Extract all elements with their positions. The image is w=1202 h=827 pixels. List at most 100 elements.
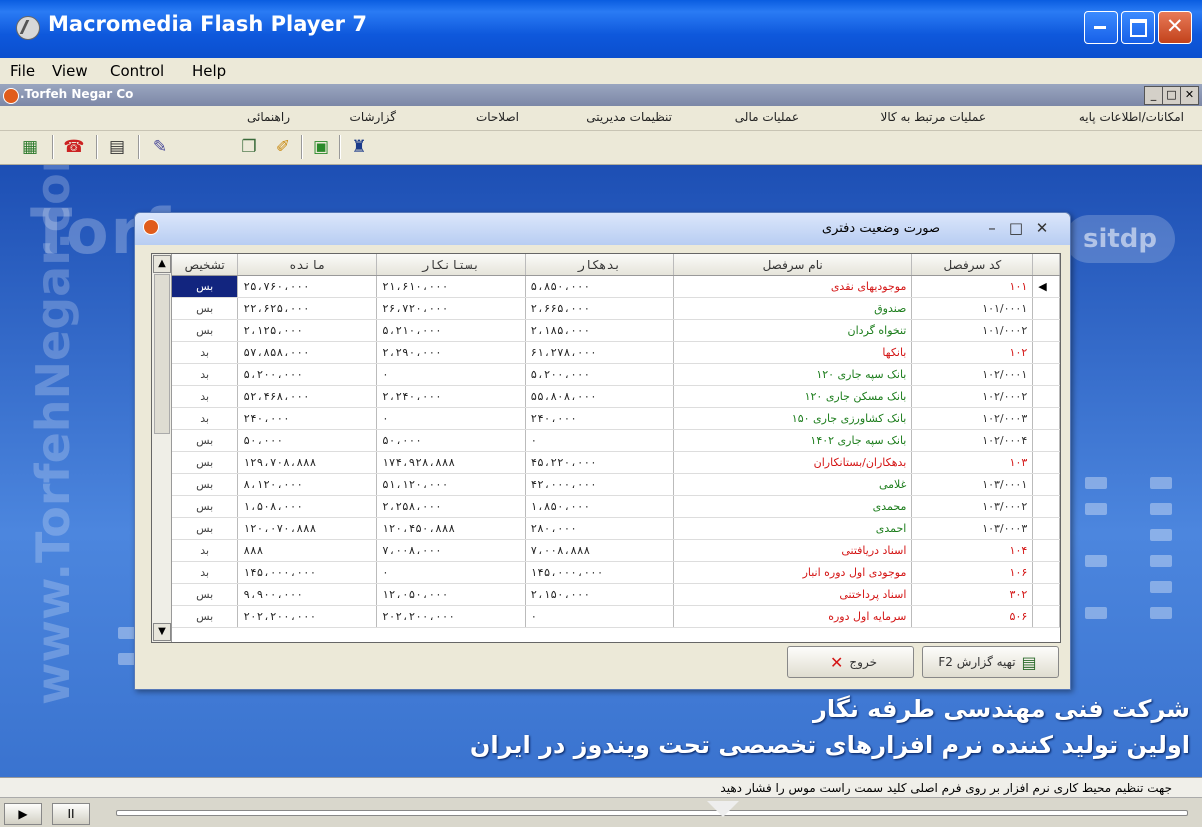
row-code-cell[interactable]: ۳۰۲ — [911, 583, 1034, 606]
row-balance-cell[interactable]: ۱،۵۰۸،۰۰۰ — [237, 495, 378, 518]
row-credit-cell[interactable]: ۲۱،۶۱۰،۰۰۰ — [376, 275, 526, 298]
pause-button[interactable]: II — [52, 803, 90, 825]
notepad-icon[interactable]: ▤ — [105, 135, 129, 159]
app-menu-management[interactable]: تنظیمات مدیریتی — [586, 110, 672, 124]
col-balance-header[interactable]: مانده — [237, 254, 378, 276]
row-debit-cell[interactable]: ۵،۲۰۰،۰۰۰ — [525, 363, 674, 386]
row-credit-cell[interactable]: ۱۲۰،۴۵۰،۸۸۸ — [376, 517, 526, 540]
row-name-cell[interactable]: اسناد دریافتنی — [673, 539, 913, 562]
row-balance-cell[interactable]: ۵،۲۰۰،۰۰۰ — [237, 363, 378, 386]
row-debit-cell[interactable]: ۲۸۰،۰۰۰ — [525, 517, 674, 540]
row-debit-cell[interactable]: ۲،۱۵۰،۰۰۰ — [525, 583, 674, 606]
row-name-cell[interactable]: بدهکاران/بستانکاران — [673, 451, 913, 474]
row-code-cell[interactable]: ۱۰۱/۰۰۰۲ — [911, 319, 1034, 342]
row-status-cell[interactable]: بد — [172, 341, 239, 364]
col-code-header[interactable]: کد سرفصل — [911, 254, 1034, 276]
play-button[interactable]: ▶ — [4, 803, 42, 825]
row-credit-cell[interactable]: ۲،۲۵۸،۰۰۰ — [376, 495, 526, 518]
table-row[interactable]: بد ۸۸۸ ۷،۰۰۸،۰۰۰ ۷،۰۰۸،۸۸۸ اسناد دریافتنی ۱۰۴ — [172, 539, 1060, 562]
row-status-cell[interactable]: بد — [172, 561, 239, 584]
app-minimize-button[interactable]: _ — [1144, 86, 1163, 105]
row-name-cell[interactable]: سرمایه اول دوره — [673, 605, 913, 628]
table-row[interactable]: بس ۲۰۲،۲۰۰،۰۰۰ ۲۰۲،۲۰۰،۰۰۰ ۰ سرمایه اول دوره… — [172, 605, 1060, 628]
row-debit-cell[interactable]: ۵۵،۸۰۸،۰۰۰ — [525, 385, 674, 408]
row-status-cell[interactable]: بد — [172, 407, 239, 430]
row-balance-cell[interactable]: ۲۴۰،۰۰۰ — [237, 407, 378, 430]
row-code-cell[interactable]: ۱۰۱/۰۰۰۱ — [911, 297, 1034, 320]
row-credit-cell[interactable]: ۷،۰۰۸،۰۰۰ — [376, 539, 526, 562]
row-debit-cell[interactable]: ۵،۸۵۰،۰۰۰ — [525, 275, 674, 298]
col-name-header[interactable]: نام سرفصل — [673, 254, 913, 276]
row-credit-cell[interactable]: ۵۱،۱۲۰،۰۰۰ — [376, 473, 526, 496]
row-balance-cell[interactable]: ۱۲۰،۰۷۰،۸۸۸ — [237, 517, 378, 540]
row-status-cell[interactable]: بس — [172, 451, 239, 474]
seek-track[interactable] — [116, 801, 1188, 817]
row-credit-cell[interactable]: ۰ — [376, 561, 526, 584]
minimize-button[interactable] — [1084, 11, 1118, 44]
forms-icon[interactable]: ❐ — [237, 135, 261, 159]
row-balance-cell[interactable]: ۲،۱۲۵،۰۰۰ — [237, 319, 378, 342]
row-balance-cell[interactable]: ۲۵،۷۶۰،۰۰۰ — [237, 275, 378, 298]
row-credit-cell[interactable]: ۲۰۲،۲۰۰،۰۰۰ — [376, 605, 526, 628]
row-credit-cell[interactable]: ۲،۲۴۰،۰۰۰ — [376, 385, 526, 408]
app-maximize-button[interactable]: □ — [1162, 86, 1181, 105]
table-row[interactable]: بس ۲۵،۷۶۰،۰۰۰ ۲۱،۶۱۰،۰۰۰ ۵،۸۵۰،۰۰۰ موجودیهای… — [172, 275, 1060, 298]
row-balance-cell[interactable]: ۹،۹۰۰،۰۰۰ — [237, 583, 378, 606]
row-credit-cell[interactable]: ۰ — [376, 407, 526, 430]
row-status-cell[interactable]: بس — [172, 495, 239, 518]
row-credit-cell[interactable]: ۰ — [376, 363, 526, 386]
document-icon[interactable]: ✎ — [148, 135, 172, 159]
row-status-cell[interactable]: بد — [172, 539, 239, 562]
row-code-cell[interactable]: ۱۰۱ — [911, 275, 1034, 298]
phone-icon[interactable]: ☎ — [62, 135, 86, 159]
table-row[interactable]: بس ۸،۱۲۰،۰۰۰ ۵۱،۱۲۰،۰۰۰ ۴۲،۰۰۰،۰۰۰ غلامی ۱۰۳/… — [172, 473, 1060, 496]
window-icon[interactable]: ▣ — [309, 135, 333, 159]
table-row[interactable]: بس ۱۲۰،۰۷۰،۸۸۸ ۱۲۰،۴۵۰،۸۸۸ ۲۸۰،۰۰۰ احمدی ۱۰۳/… — [172, 517, 1060, 540]
row-name-cell[interactable]: محمدی — [673, 495, 913, 518]
app-menu-financial[interactable]: عملیات مالی — [735, 110, 799, 124]
table-row[interactable]: بس ۱،۵۰۸،۰۰۰ ۲،۲۵۸،۰۰۰ ۱،۸۵۰،۰۰۰ محمدی ۱۰۳/۰۰… — [172, 495, 1060, 518]
row-debit-cell[interactable]: ۴۵،۲۲۰،۰۰۰ — [525, 451, 674, 474]
table-row[interactable]: بس ۱۲۹،۷۰۸،۸۸۸ ۱۷۴،۹۲۸،۸۸۸ ۴۵،۲۲۰،۰۰۰ بدهکار… — [172, 451, 1060, 474]
row-debit-cell[interactable]: ۴۲،۰۰۰،۰۰۰ — [525, 473, 674, 496]
row-name-cell[interactable]: موجودیهای نقدی — [673, 275, 913, 298]
row-debit-cell[interactable]: ۰ — [525, 605, 674, 628]
seek-thumb[interactable] — [707, 801, 739, 817]
row-balance-cell[interactable]: ۵۰،۰۰۰ — [237, 429, 378, 452]
row-name-cell[interactable]: بانک سپه جاری ۱۴۰۲ — [673, 429, 913, 452]
row-debit-cell[interactable]: ۰ — [525, 429, 674, 452]
menu-file[interactable]: File — [10, 62, 35, 80]
row-name-cell[interactable]: بانک مسکن جاری ۱۲۰ — [673, 385, 913, 408]
dialog-minimize-button[interactable]: – — [981, 219, 1003, 237]
row-debit-cell[interactable]: ۲،۱۸۵،۰۰۰ — [525, 319, 674, 342]
table-row[interactable]: بس ۵۰،۰۰۰ ۵۰،۰۰۰ ۰ بانک سپه جاری ۱۴۰۲ ۱۰۲/۰۰۰… — [172, 429, 1060, 452]
scroll-down-icon[interactable]: ▼ — [153, 623, 171, 641]
menu-view[interactable]: View — [52, 62, 88, 80]
row-code-cell[interactable]: ۱۰۲/۰۰۰۲ — [911, 385, 1034, 408]
menu-control[interactable]: Control — [110, 62, 164, 80]
row-code-cell[interactable]: ۱۰۳ — [911, 451, 1034, 474]
row-status-cell[interactable]: بس — [172, 605, 239, 628]
app-close-button[interactable]: ✕ — [1180, 86, 1199, 105]
row-name-cell[interactable]: بانک سپه جاری ۱۲۰ — [673, 363, 913, 386]
row-status-cell[interactable]: بس — [172, 319, 239, 342]
row-balance-cell[interactable]: ۲۲،۶۲۵،۰۰۰ — [237, 297, 378, 320]
row-credit-cell[interactable]: ۵۰،۰۰۰ — [376, 429, 526, 452]
app-menu-corrections[interactable]: اصلاحات — [476, 110, 519, 124]
table-row[interactable]: بس ۲۲،۶۲۵،۰۰۰ ۲۶،۷۲۰،۰۰۰ ۲،۶۶۵،۰۰۰ صندوق ۱۰۱/… — [172, 297, 1060, 320]
row-debit-cell[interactable]: ۷،۰۰۸،۸۸۸ — [525, 539, 674, 562]
row-status-cell[interactable]: بس — [172, 297, 239, 320]
table-row[interactable]: بد ۵۷،۸۵۸،۰۰۰ ۲،۲۹۰،۰۰۰ ۶۱،۲۷۸،۰۰۰ بانکها ۱۰۲ — [172, 341, 1060, 364]
row-debit-cell[interactable]: ۱۴۵،۰۰۰،۰۰۰ — [525, 561, 674, 584]
row-status-cell[interactable]: بس — [172, 275, 239, 298]
col-credit-header[interactable]: بستانکار — [376, 254, 526, 276]
row-balance-cell[interactable]: ۸۸۸ — [237, 539, 378, 562]
row-credit-cell[interactable]: ۵،۲۱۰،۰۰۰ — [376, 319, 526, 342]
row-credit-cell[interactable]: ۲۶،۷۲۰،۰۰۰ — [376, 297, 526, 320]
app-menu-basic-info[interactable]: امکانات/اطلاعات پایه — [1079, 110, 1184, 124]
row-code-cell[interactable]: ۱۰۲/۰۰۰۱ — [911, 363, 1034, 386]
row-code-cell[interactable]: ۵۰۶ — [911, 605, 1034, 628]
row-credit-cell[interactable]: ۲،۲۹۰،۰۰۰ — [376, 341, 526, 364]
row-code-cell[interactable]: ۱۰۲/۰۰۰۴ — [911, 429, 1034, 452]
row-balance-cell[interactable]: ۵۷،۸۵۸،۰۰۰ — [237, 341, 378, 364]
